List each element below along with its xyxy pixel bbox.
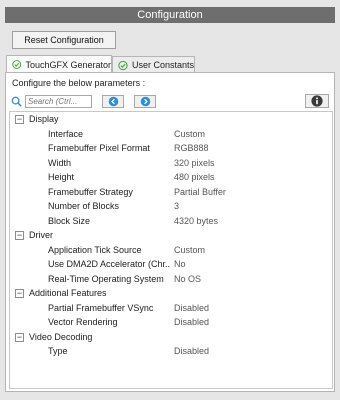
- search-icon: [11, 96, 22, 107]
- tab-label: TouchGFX Generator: [25, 59, 111, 70]
- parameter-value[interactable]: 480 pixels: [174, 170, 215, 185]
- parameter-name: Use DMA2D Accelerator (Chr...: [48, 259, 170, 269]
- parameter-row[interactable]: Type Disabled: [10, 344, 332, 359]
- collapse-toggle-icon[interactable]: −: [15, 231, 24, 240]
- reset-configuration-button[interactable]: Reset Configuration: [12, 31, 116, 49]
- tab-touchgfx-generator[interactable]: TouchGFX Generator: [6, 55, 112, 73]
- tree-group-display[interactable]: − Display: [10, 112, 332, 127]
- collapse-toggle-icon[interactable]: −: [15, 289, 24, 298]
- panel-description: Configure the below parameters :: [12, 78, 146, 88]
- parameter-row[interactable]: Use DMA2D Accelerator (Chr... No: [10, 257, 332, 272]
- parameter-value[interactable]: RGB888: [174, 141, 209, 156]
- parameter-name: Block Size: [48, 215, 91, 226]
- parameter-name: Framebuffer Strategy: [48, 186, 133, 197]
- parameter-row[interactable]: Framebuffer Strategy Partial Buffer: [10, 185, 332, 200]
- arrow-left-circle-icon: [108, 96, 118, 107]
- tree-group-additional-features[interactable]: − Additional Features: [10, 286, 332, 301]
- parameter-name: Framebuffer Pixel Format: [48, 143, 150, 153]
- parameter-value[interactable]: No OS: [174, 272, 201, 287]
- search-next-button[interactable]: [134, 95, 156, 108]
- parameter-name: Real-Time Operating System: [48, 273, 164, 284]
- info-icon: [311, 95, 323, 107]
- group-name: Driver: [29, 230, 53, 240]
- search-previous-button[interactable]: [102, 95, 124, 108]
- parameter-value[interactable]: Partial Buffer: [174, 185, 226, 200]
- parameter-name: Interface: [48, 128, 84, 139]
- info-button[interactable]: [305, 94, 329, 108]
- check-circle-icon: [118, 60, 128, 70]
- parameter-name: Vector Rendering: [48, 317, 118, 327]
- generator-panel: Configure the below parameters : −Displa…: [5, 72, 335, 392]
- parameter-row[interactable]: Vector Rendering Disabled: [10, 315, 332, 330]
- parameter-value[interactable]: Disabled: [174, 344, 209, 359]
- parameter-value[interactable]: 3: [174, 199, 179, 214]
- check-circle-icon: [12, 60, 22, 69]
- group-name: Video Decoding: [29, 331, 93, 342]
- arrow-right-circle-icon: [140, 96, 150, 107]
- search-box: [11, 95, 95, 108]
- group-name: Additional Features: [29, 288, 107, 298]
- parameter-row[interactable]: Height 480 pixels: [10, 170, 332, 185]
- search-input[interactable]: [25, 95, 92, 108]
- parameter-name: Partial Framebuffer VSync: [48, 302, 154, 313]
- parameter-value[interactable]: 4320 bytes: [174, 214, 218, 229]
- parameter-row[interactable]: Framebuffer Pixel Format RGB888: [10, 141, 332, 156]
- parameter-value[interactable]: Disabled: [174, 315, 209, 330]
- parameter-value[interactable]: Custom: [174, 243, 205, 258]
- parameter-name: Width: [48, 157, 72, 168]
- tab-label: User Constants: [131, 60, 194, 70]
- parameter-name: Height: [48, 172, 75, 182]
- parameter-row[interactable]: Width 320 pixels: [10, 156, 332, 171]
- parameter-row[interactable]: Block Size 4320 bytes: [10, 214, 332, 229]
- collapse-toggle-icon[interactable]: −: [15, 332, 24, 342]
- parameter-name: Type: [48, 346, 68, 356]
- parameter-name: Application Tick Source: [48, 244, 142, 255]
- parameter-value[interactable]: No: [174, 257, 186, 272]
- parameter-name: Number of Blocks: [48, 201, 120, 211]
- tree-group-driver[interactable]: − Driver: [10, 228, 332, 243]
- parameter-row[interactable]: Number of Blocks 3: [10, 199, 332, 214]
- parameter-row[interactable]: Real-Time Operating System No OS: [10, 272, 332, 287]
- parameter-value[interactable]: 320 pixels: [174, 156, 215, 171]
- window-title: Configuration: [5, 7, 335, 23]
- parameter-value[interactable]: Custom: [174, 127, 205, 142]
- parameter-row[interactable]: Application Tick Source Custom: [10, 243, 332, 258]
- parameter-value[interactable]: Disabled: [174, 301, 209, 316]
- tab-user-constants[interactable]: User Constants: [112, 56, 195, 73]
- parameter-row[interactable]: Interface Custom: [10, 127, 332, 142]
- parameter-row[interactable]: Partial Framebuffer VSync Disabled: [10, 301, 332, 316]
- parameter-tree[interactable]: − Display Interface Custom Framebuffer Pixel…: [9, 111, 333, 389]
- collapse-toggle-icon[interactable]: −: [15, 115, 24, 124]
- group-name: Display: [29, 114, 59, 124]
- tree-group-video-decoding[interactable]: − Video Decoding: [10, 330, 332, 345]
